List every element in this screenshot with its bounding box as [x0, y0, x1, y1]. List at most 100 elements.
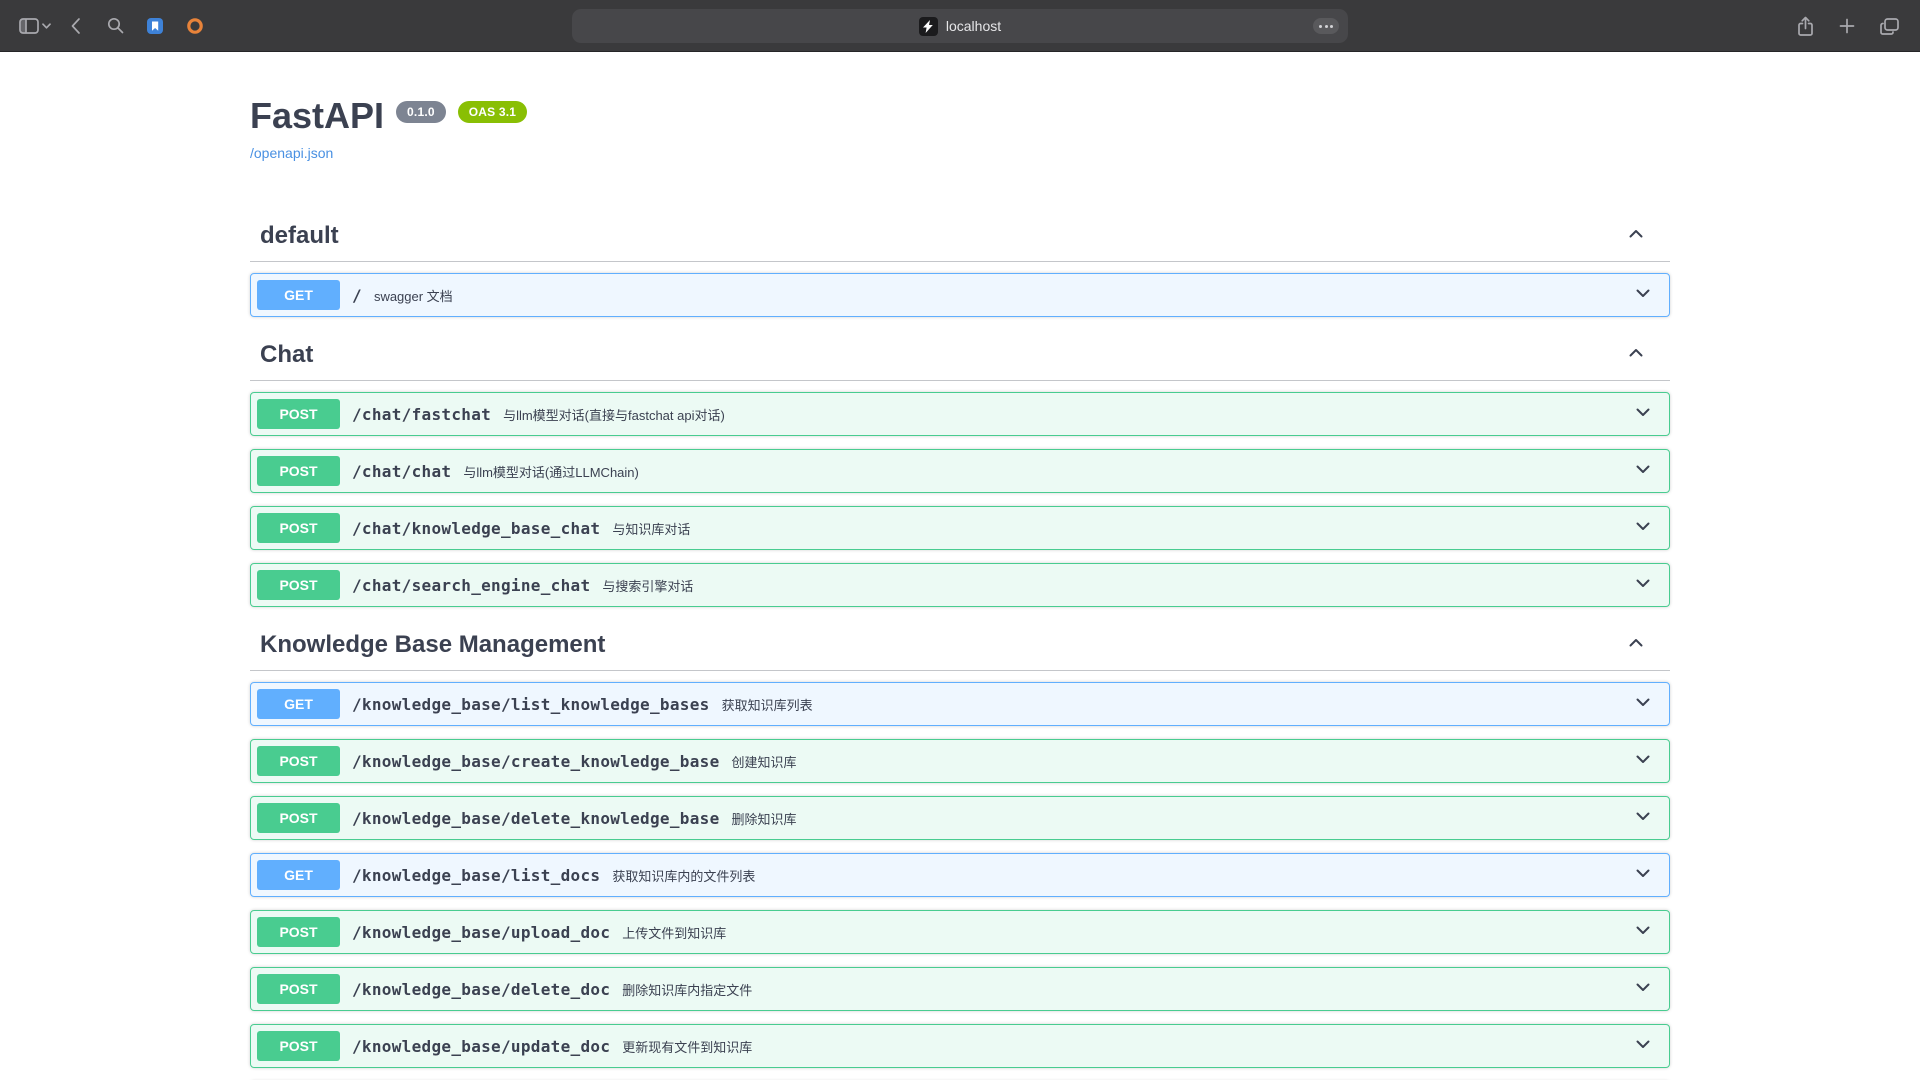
operation-description: 与知识库对话 [612, 518, 1615, 538]
url-text: localhost [946, 18, 1001, 34]
operation-row[interactable]: POST /knowledge_base/delete_doc 删除知识库内指定… [250, 967, 1670, 1011]
chevron-down-icon[interactable] [1627, 920, 1659, 945]
tab-overview-button[interactable] [1872, 11, 1906, 41]
version-badge: 0.1.0 [396, 101, 446, 123]
operation-description: 与llm模型对话(通过LLMChain) [463, 461, 1615, 481]
operation-row[interactable]: POST /chat/fastchat 与llm模型对话(直接与fastchat… [250, 392, 1670, 436]
method-badge: POST [257, 570, 340, 600]
operation-summary[interactable]: POST /knowledge_base/delete_doc 删除知识库内指定… [251, 968, 1669, 1010]
chevron-down-icon[interactable] [1627, 977, 1659, 1002]
chevron-up-icon[interactable] [1626, 224, 1646, 249]
ellipsis-icon [1319, 25, 1322, 28]
share-button[interactable] [1788, 11, 1822, 41]
method-badge: POST [257, 917, 340, 947]
section-title: Knowledge Base Management [260, 630, 1626, 660]
operation-row[interactable]: POST /knowledge_base/update_doc 更新现有文件到知… [250, 1024, 1670, 1068]
page-options-button[interactable] [1313, 18, 1339, 34]
oas-badge: OAS 3.1 [458, 101, 527, 123]
operation-summary[interactable]: GET /knowledge_base/list_knowledge_bases… [251, 683, 1669, 725]
operation-row[interactable]: POST /chat/search_engine_chat 与搜索引擎对话 [250, 563, 1670, 607]
record-icon [186, 17, 204, 35]
operation-summary[interactable]: GET / swagger 文档 [251, 274, 1669, 316]
back-button[interactable] [58, 11, 92, 41]
section-header[interactable]: default [250, 211, 1670, 262]
sidebar-toggle-button[interactable] [18, 11, 52, 41]
operation-summary[interactable]: POST /knowledge_base/delete_knowledge_ba… [251, 797, 1669, 839]
address-bar[interactable]: localhost [572, 9, 1348, 43]
method-badge: POST [257, 746, 340, 776]
operation-summary[interactable]: POST /knowledge_base/update_doc 更新现有文件到知… [251, 1025, 1669, 1067]
chevron-down-icon [42, 23, 51, 29]
plus-icon [1839, 18, 1855, 34]
operations-list: POST /chat/fastchat 与llm模型对话(直接与fastchat… [250, 392, 1670, 607]
operation-description: 与搜索引擎对话 [602, 575, 1615, 595]
api-title-row: FastAPI 0.1.0 OAS 3.1 [250, 96, 1670, 136]
operation-summary[interactable]: POST /chat/chat 与llm模型对话(通过LLMChain) [251, 450, 1669, 492]
operation-summary[interactable]: POST /knowledge_base/create_knowledge_ba… [251, 740, 1669, 782]
operation-path: /chat/knowledge_base_chat [352, 519, 600, 538]
operation-row[interactable]: POST /chat/knowledge_base_chat 与知识库对话 [250, 506, 1670, 550]
chevron-down-icon[interactable] [1627, 573, 1659, 598]
operations-list: GET / swagger 文档 [250, 273, 1670, 317]
chevron-down-icon[interactable] [1627, 806, 1659, 831]
method-badge: POST [257, 1031, 340, 1061]
operation-row[interactable]: POST /chat/chat 与llm模型对话(通过LLMChain) [250, 449, 1670, 493]
search-button[interactable] [98, 11, 132, 41]
operation-path: /knowledge_base/create_knowledge_base [352, 752, 720, 771]
method-badge: POST [257, 803, 340, 833]
operation-summary[interactable]: POST /chat/knowledge_base_chat 与知识库对话 [251, 507, 1669, 549]
chevron-down-icon[interactable] [1627, 459, 1659, 484]
chevron-up-icon[interactable] [1626, 633, 1646, 658]
method-badge: GET [257, 280, 340, 310]
section-header[interactable]: Chat [250, 330, 1670, 381]
operation-summary[interactable]: POST /chat/search_engine_chat 与搜索引擎对话 [251, 564, 1669, 606]
operation-path: /knowledge_base/delete_doc [352, 980, 610, 999]
operation-row[interactable]: GET / swagger 文档 [250, 273, 1670, 317]
operation-row[interactable]: POST /knowledge_base/upload_doc 上传文件到知识库 [250, 910, 1670, 954]
extension-record-button[interactable] [178, 11, 212, 41]
operation-path: /chat/chat [352, 462, 451, 481]
chevron-up-icon[interactable] [1626, 343, 1646, 368]
method-badge: POST [257, 456, 340, 486]
method-badge: GET [257, 860, 340, 890]
operation-description: 获取知识库内的文件列表 [612, 865, 1615, 885]
chevron-down-icon[interactable] [1627, 749, 1659, 774]
sections: default GET / swagger 文档 Chat POST /ch [250, 211, 1670, 1080]
operation-path: /knowledge_base/delete_knowledge_base [352, 809, 720, 828]
operation-row[interactable]: POST /knowledge_base/delete_knowledge_ba… [250, 796, 1670, 840]
sidebar-icon [19, 18, 39, 34]
operation-summary[interactable]: POST /chat/fastchat 与llm模型对话(直接与fastchat… [251, 393, 1669, 435]
operation-description: swagger 文档 [374, 285, 1615, 305]
operation-summary[interactable]: POST /knowledge_base/upload_doc 上传文件到知识库 [251, 911, 1669, 953]
share-icon [1797, 16, 1814, 37]
search-icon [107, 17, 124, 34]
openapi-link[interactable]: /openapi.json [250, 145, 333, 161]
chevron-down-icon[interactable] [1627, 283, 1659, 308]
api-section: default GET / swagger 文档 [250, 211, 1670, 317]
chevron-down-icon[interactable] [1627, 692, 1659, 717]
toolbar-left-group [18, 11, 212, 41]
api-section: Knowledge Base Management GET /knowledge… [250, 620, 1670, 1080]
operation-path: /knowledge_base/upload_doc [352, 923, 610, 942]
api-section: Chat POST /chat/fastchat 与llm模型对话(直接与fas… [250, 330, 1670, 607]
section-header[interactable]: Knowledge Base Management [250, 620, 1670, 671]
operation-description: 更新现有文件到知识库 [622, 1036, 1615, 1056]
operation-row[interactable]: POST /knowledge_base/create_knowledge_ba… [250, 739, 1670, 783]
operation-path: /chat/fastchat [352, 405, 491, 424]
new-tab-button[interactable] [1830, 11, 1864, 41]
operation-row[interactable]: GET /knowledge_base/list_knowledge_bases… [250, 682, 1670, 726]
chevron-down-icon[interactable] [1627, 863, 1659, 888]
browser-toolbar: localhost [0, 0, 1920, 52]
api-title: FastAPI [250, 96, 384, 136]
extension-bookmark-button[interactable] [138, 11, 172, 41]
chevron-down-icon[interactable] [1627, 1034, 1659, 1059]
operation-path: /knowledge_base/list_knowledge_bases [352, 695, 710, 714]
operation-description: 上传文件到知识库 [622, 922, 1615, 942]
operation-path: /knowledge_base/update_doc [352, 1037, 610, 1056]
section-title: Chat [260, 340, 1626, 370]
method-badge: POST [257, 974, 340, 1004]
operation-summary[interactable]: GET /knowledge_base/list_docs 获取知识库内的文件列… [251, 854, 1669, 896]
chevron-down-icon[interactable] [1627, 516, 1659, 541]
operation-row[interactable]: GET /knowledge_base/list_docs 获取知识库内的文件列… [250, 853, 1670, 897]
chevron-down-icon[interactable] [1627, 402, 1659, 427]
